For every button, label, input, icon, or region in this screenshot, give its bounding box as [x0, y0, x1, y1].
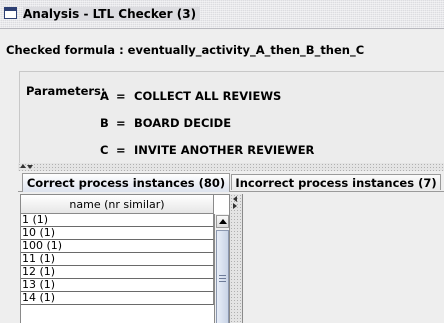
column-header-name[interactable]: name (nr similar)	[21, 195, 214, 214]
expand-down-arrow-icon[interactable]	[27, 165, 33, 169]
window-title: Analysis - LTL Checker (3)	[23, 7, 201, 21]
ltl-checker-window: Analysis - LTL Checker (3) Checked formu…	[0, 0, 444, 323]
parameter-row-a: A = COLLECT ALL REVIEWS	[100, 89, 281, 103]
parameter-row-b: B = BOARD DECIDE	[100, 116, 231, 130]
checked-formula: Checked formula : eventually_activity_A_…	[6, 43, 365, 57]
parameter-key: C	[100, 143, 109, 157]
vertical-scrollbar[interactable]	[214, 214, 229, 323]
scroll-up-arrow-icon[interactable]	[216, 215, 229, 228]
scroll-thumb[interactable]	[216, 230, 229, 323]
parameter-equals: =	[116, 116, 126, 130]
horizontal-split-divider[interactable]	[230, 194, 242, 323]
title-bar[interactable]: Analysis - LTL Checker (3)	[0, 0, 444, 29]
parameter-value: BOARD DECIDE	[134, 116, 232, 130]
window-icon	[4, 7, 17, 19]
expand-right-arrow-icon[interactable]	[233, 203, 237, 209]
tab-incorrect-instances[interactable]: Incorrect process instances (7)	[231, 174, 441, 190]
parameter-key: A	[100, 89, 109, 103]
parameter-equals: =	[116, 143, 126, 157]
parameter-equals: =	[116, 89, 126, 103]
collapse-up-arrow-icon[interactable]	[20, 164, 26, 168]
parameters-label: Parameters:	[26, 84, 106, 98]
vertical-split-divider[interactable]	[18, 163, 444, 171]
instance-detail-panel	[242, 194, 444, 323]
parameter-value: COLLECT ALL REVIEWS	[134, 89, 282, 103]
parameter-value: INVITE ANOTHER REVIEWER	[134, 143, 315, 157]
parameter-row-c: C = INVITE ANOTHER REVIEWER	[100, 143, 314, 157]
tab-correct-instances[interactable]: Correct process instances (80)	[22, 173, 230, 192]
instance-list-panel: name (nr similar) 1 (1) 10 (1) 100 (1) 1…	[20, 194, 230, 323]
instance-list: 1 (1) 10 (1) 100 (1) 11 (1) 12 (1) 13 (1…	[21, 214, 214, 305]
scroll-grip-icon	[219, 275, 226, 282]
parameter-key: B	[100, 116, 109, 130]
list-item[interactable]: 14 (1)	[21, 292, 214, 305]
collapse-left-arrow-icon[interactable]	[233, 196, 237, 202]
parameters-panel: Parameters: A = COLLECT ALL REVIEWS B = BOAR…	[19, 71, 444, 164]
tab-bar: Correct process instances (80) Incorrect…	[18, 172, 444, 192]
